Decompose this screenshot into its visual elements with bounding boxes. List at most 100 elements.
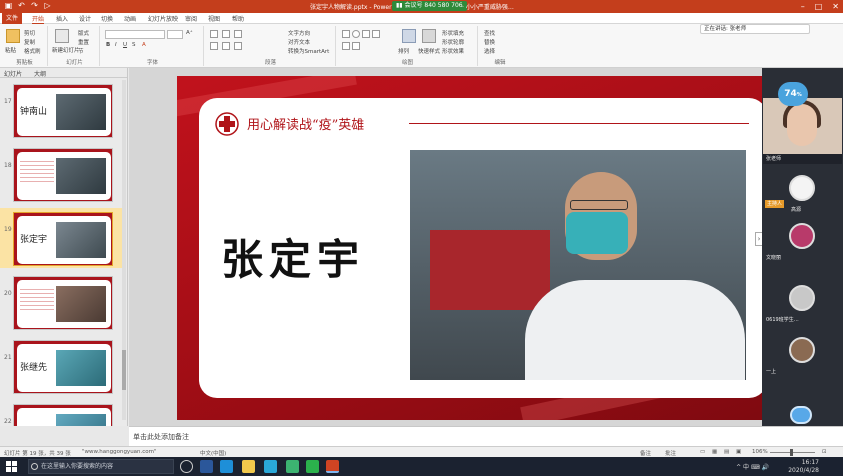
- format-painter-button[interactable]: 格式刷: [24, 47, 41, 55]
- bullets-icon[interactable]: [210, 30, 218, 38]
- font-grow-icon[interactable]: A⁺: [186, 30, 193, 36]
- comments-button[interactable]: 批注: [665, 449, 676, 457]
- cortana-icon[interactable]: [180, 460, 193, 473]
- shape-outline-button[interactable]: 形状轮廓: [442, 38, 464, 46]
- cut-button[interactable]: 剪切: [24, 29, 35, 37]
- participant-tile[interactable]: 主持人 高源: [763, 168, 842, 216]
- text-direction-button[interactable]: 文字方向: [288, 29, 310, 37]
- tab-design[interactable]: 设计: [79, 14, 91, 23]
- meeting-speaking-pill[interactable]: 正在讲话: 张老师: [700, 24, 810, 34]
- new-slide-button[interactable]: 新建幻灯片: [52, 46, 80, 54]
- numbering-icon[interactable]: [222, 30, 230, 38]
- reading-view-icon[interactable]: ▤: [724, 449, 729, 455]
- slide-title[interactable]: 用心解读战“疫”英雄: [247, 114, 364, 133]
- normal-view-icon[interactable]: ▭: [700, 449, 705, 455]
- quick-styles-icon[interactable]: [422, 29, 436, 43]
- slide-thumbnail[interactable]: 20: [0, 272, 124, 332]
- tray-icons[interactable]: ^ 中 ⌨ 🔊: [736, 462, 769, 471]
- hero-name-text[interactable]: 张定宇: [221, 226, 365, 287]
- current-slide[interactable]: 用心解读战“疫”英雄 张定宇: [177, 76, 789, 420]
- paste-button[interactable]: 粘贴: [5, 46, 16, 54]
- font-color-icon[interactable]: A: [142, 42, 146, 48]
- undo-icon[interactable]: ↶: [17, 1, 26, 10]
- font-name-box[interactable]: [105, 30, 165, 39]
- tab-insert[interactable]: 插入: [56, 14, 68, 23]
- edge-icon[interactable]: [220, 460, 233, 473]
- maximize-button[interactable]: □: [815, 0, 823, 13]
- layout-button[interactable]: 版式: [78, 29, 89, 37]
- shape-oval-icon[interactable]: [352, 30, 360, 38]
- align-center-icon[interactable]: [222, 42, 230, 50]
- network-quality-badge[interactable]: 74%: [778, 82, 808, 106]
- shape-triangle-icon[interactable]: [342, 42, 350, 50]
- select-button[interactable]: 选择: [484, 47, 495, 55]
- meeting-id-badge[interactable]: ▮▮ 会议号 840 580 706: [392, 1, 467, 11]
- slideshow-view-icon[interactable]: ▣: [736, 449, 741, 455]
- powerpoint-icon[interactable]: [326, 460, 339, 473]
- file-explorer-icon[interactable]: [242, 460, 255, 473]
- slide-thumbnail[interactable]: 17 钟南山: [0, 80, 124, 140]
- tab-review[interactable]: 审阅: [185, 14, 197, 23]
- shape-rect-icon[interactable]: [342, 30, 350, 38]
- new-slide-icon[interactable]: [55, 29, 69, 43]
- start-presentation-icon[interactable]: ▷: [43, 1, 52, 10]
- participant-tile[interactable]: 一上: [763, 330, 842, 378]
- zoom-level[interactable]: 106%: [752, 449, 768, 455]
- slide-thumbnail[interactable]: 18: [0, 144, 124, 204]
- redo-icon[interactable]: ↷: [30, 1, 39, 10]
- shape-star-icon[interactable]: [352, 42, 360, 50]
- slide-thumbnail-selected[interactable]: 19 张定宇: [0, 208, 124, 268]
- minimize-button[interactable]: –: [801, 0, 805, 13]
- participant-tile[interactable]: 文晓丽: [763, 216, 842, 264]
- tab-view[interactable]: 视图: [208, 14, 220, 23]
- paste-icon[interactable]: [6, 29, 20, 43]
- tencent-meeting-icon[interactable]: [264, 460, 277, 473]
- tab-home[interactable]: 开始: [32, 14, 45, 24]
- tab-help[interactable]: 帮助: [232, 14, 244, 23]
- nav-scrollbar[interactable]: [122, 80, 126, 420]
- shape-effects-button[interactable]: 形状效果: [442, 47, 464, 55]
- notes-button[interactable]: 备注: [640, 449, 651, 457]
- participant-tile[interactable]: 0619班学生…: [763, 278, 842, 326]
- slide-thumbnail[interactable]: 21 张继先: [0, 336, 124, 396]
- sorter-view-icon[interactable]: ▦: [712, 449, 717, 455]
- hero-photo[interactable]: [410, 150, 746, 380]
- bold-icon[interactable]: B: [106, 42, 110, 48]
- shape-arrow-icon[interactable]: [372, 30, 380, 38]
- underline-icon[interactable]: U: [123, 42, 127, 48]
- replace-button[interactable]: 替换: [484, 38, 495, 46]
- save-icon[interactable]: ▣: [4, 1, 13, 10]
- tab-animations[interactable]: 动画: [124, 14, 136, 23]
- indent-icon[interactable]: [234, 30, 242, 38]
- reset-button[interactable]: 重置: [78, 38, 89, 46]
- tab-slideshow[interactable]: 幻灯片放映: [148, 14, 178, 23]
- font-size-box[interactable]: [167, 30, 183, 39]
- wechat-icon[interactable]: [306, 460, 319, 473]
- italic-icon[interactable]: I: [115, 42, 117, 48]
- taskbar-search[interactable]: 在这里输入你要搜索的内容: [28, 459, 174, 474]
- shape-fill-button[interactable]: 形状填充: [442, 29, 464, 37]
- tab-file[interactable]: 文件: [2, 13, 22, 24]
- task-view-icon[interactable]: [200, 460, 213, 473]
- align-text-button[interactable]: 对齐文本: [288, 38, 310, 46]
- align-right-icon[interactable]: [234, 42, 242, 50]
- browser-icon[interactable]: [286, 460, 299, 473]
- tab-transitions[interactable]: 切换: [101, 14, 113, 23]
- close-button[interactable]: ✕: [832, 0, 839, 13]
- fit-to-window-icon[interactable]: ⊡: [822, 449, 827, 455]
- tab-slides[interactable]: 幻灯片: [4, 69, 22, 78]
- quick-styles-button[interactable]: 快速样式: [418, 47, 440, 55]
- arrange-button[interactable]: 排列: [398, 47, 409, 55]
- floating-chat-button[interactable]: [790, 406, 812, 424]
- copy-button[interactable]: 复制: [24, 38, 35, 46]
- arrange-icon[interactable]: [402, 29, 416, 43]
- zoom-slider-handle[interactable]: [790, 449, 793, 456]
- slide-thumbnail[interactable]: 22: [0, 400, 124, 426]
- clock[interactable]: 16:17 2020/4/28: [788, 459, 819, 475]
- start-menu-icon[interactable]: [6, 461, 17, 472]
- shape-line-icon[interactable]: [362, 30, 370, 38]
- tab-outline[interactable]: 大纲: [34, 69, 46, 78]
- find-button[interactable]: 查找: [484, 29, 495, 37]
- align-left-icon[interactable]: [210, 42, 218, 50]
- section-button[interactable]: 节: [78, 47, 84, 55]
